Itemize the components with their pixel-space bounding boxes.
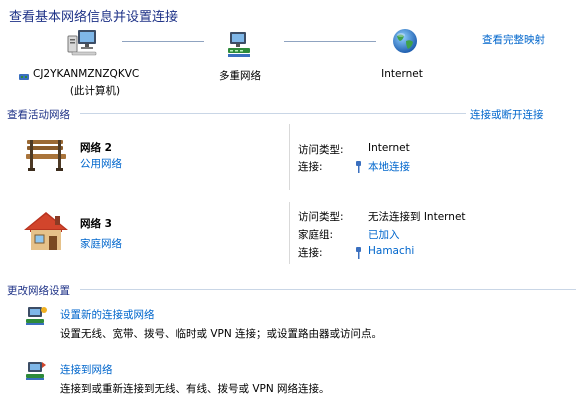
wired-connection-icon [354, 244, 363, 259]
setup-connection-icon [24, 305, 48, 327]
network-3-homegroup-label: 家庭组: [298, 229, 334, 241]
bench-icon [24, 136, 68, 174]
view-full-map-link[interactable]: 查看完整映射 [482, 32, 545, 47]
wired-connection-icon [354, 158, 363, 173]
page-title: 查看基本网络信息并设置连接 [9, 10, 179, 25]
globe-icon [391, 27, 419, 55]
active-networks-separator [80, 113, 466, 114]
connection-line-1 [122, 41, 204, 42]
network-3-access-type-value: 无法连接到 Internet [368, 211, 466, 223]
network-3-connection-link[interactable]: Hamachi [368, 245, 414, 257]
network-2-connection-label: 连接: [298, 161, 323, 173]
computer-name: CJ2YKANMZNZQKVC [33, 68, 140, 80]
network-3-access-type-label: 访问类型: [298, 211, 344, 223]
connect-to-network-desc: 连接到或重新连接到无线、有线、拨号或 VPN 网络连接。 [60, 383, 330, 395]
network-3-name: 网络 3 [80, 218, 112, 230]
network-3-connection-label: 连接: [298, 247, 323, 259]
network-2-name: 网络 2 [80, 142, 112, 154]
network-2-access-type-label: 访问类型: [298, 144, 344, 156]
middle-network-label: 多重网络 [219, 70, 261, 82]
internet-label: Internet [381, 68, 423, 80]
house-icon [22, 210, 70, 252]
active-networks-heading: 查看活动网络 [7, 109, 70, 121]
computer-icon [66, 28, 100, 58]
setup-new-connection-desc: 设置无线、宽带、拨号、临时或 VPN 连接；或设置路由器或访问点。 [60, 328, 383, 340]
connection-line-2 [284, 41, 376, 42]
network-2-access-type-value: Internet [368, 142, 410, 154]
network-hub-icon [224, 30, 256, 60]
change-settings-heading: 更改网络设置 [7, 285, 70, 297]
network-2-divider [289, 124, 290, 190]
network-adapter-icon [18, 68, 30, 80]
network-2-connection-link[interactable]: 本地连接 [368, 159, 410, 174]
network-3-homegroup-link[interactable]: 已加入 [368, 227, 400, 242]
connect-or-disconnect-link[interactable]: 连接或断开连接 [470, 107, 544, 122]
setup-new-connection-link[interactable]: 设置新的连接或网络 [60, 307, 155, 322]
change-settings-separator [80, 289, 576, 290]
network-2-type-link[interactable]: 公用网络 [80, 156, 122, 171]
connect-network-icon [24, 360, 48, 382]
network-3-divider [289, 202, 290, 264]
network-3-type-link[interactable]: 家庭网络 [80, 236, 122, 251]
computer-sub-label: (此计算机) [69, 85, 121, 97]
connect-to-network-link[interactable]: 连接到网络 [60, 362, 113, 377]
